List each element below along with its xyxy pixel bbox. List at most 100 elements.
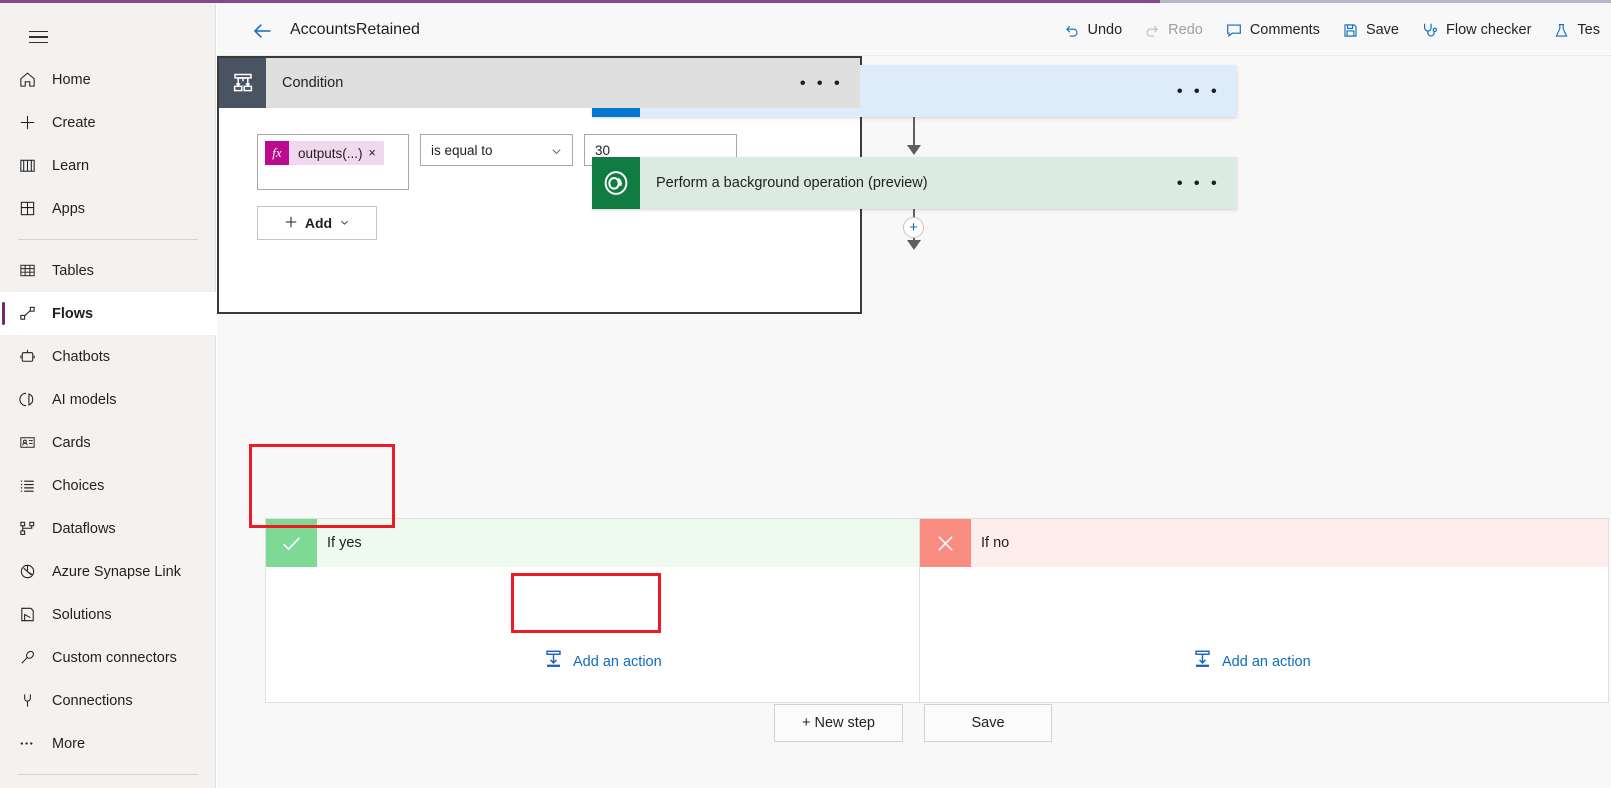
- sidebar-item-label: Choices: [52, 477, 105, 494]
- canvas-save-label: Save: [971, 715, 1005, 731]
- flask-icon: [1553, 22, 1570, 39]
- sidebar-item-flows[interactable]: Flows: [0, 292, 216, 335]
- sidebar-item-label: Chatbots: [52, 348, 111, 365]
- condition-overflow-menu[interactable]: • • •: [800, 75, 843, 92]
- add-an-action-yes-button[interactable]: Add an action: [543, 649, 662, 674]
- add-plus-icon: [284, 215, 298, 232]
- menu-toggle-button[interactable]: [18, 20, 58, 54]
- insert-step-button[interactable]: +: [903, 217, 924, 238]
- comments-label: Comments: [1249, 22, 1320, 38]
- chatbot-icon: [18, 347, 46, 367]
- flow-checker-button[interactable]: Flow checker: [1410, 15, 1542, 45]
- back-button[interactable]: [250, 18, 276, 44]
- condition-left-operand-field[interactable]: fx outputs(...) ×: [257, 134, 409, 190]
- add-an-action-no-button[interactable]: Add an action: [1192, 649, 1311, 674]
- flow-card-action[interactable]: Perform a background operation (preview)…: [592, 157, 1237, 209]
- sidebar-item-label: More: [52, 735, 86, 752]
- token-remove-icon[interactable]: ×: [369, 146, 384, 160]
- redo-label: Redo: [1168, 22, 1203, 38]
- dynamic-content-token[interactable]: fx outputs(...) ×: [265, 141, 384, 165]
- sidebar-item-home[interactable]: Home: [0, 58, 216, 101]
- redo-button[interactable]: Redo: [1133, 15, 1214, 45]
- sidebar-item-label: Azure Synapse Link: [52, 563, 181, 580]
- card-icon: [18, 433, 46, 453]
- undo-button[interactable]: Undo: [1052, 15, 1133, 45]
- connector-line-1: [913, 117, 915, 147]
- hamburger-icon: [28, 27, 48, 47]
- stethoscope-icon: [1421, 21, 1439, 39]
- sidebar-item-choices[interactable]: Choices: [0, 464, 216, 507]
- branch-yes-header[interactable]: If yes: [266, 519, 938, 567]
- home-icon: [18, 70, 46, 90]
- sidebar-item-solutions[interactable]: Solutions: [0, 593, 216, 636]
- save-label: Save: [1365, 22, 1399, 38]
- apps-grid-icon: [18, 199, 46, 219]
- add-action-icon: [543, 649, 564, 674]
- sidebar-item-label: Connections: [52, 692, 133, 709]
- connector-arrow-2: [907, 240, 921, 250]
- sidebar-item-label: Tables: [52, 262, 94, 279]
- plus-label: +: [909, 219, 918, 236]
- more-ellipsis-icon: [18, 734, 46, 754]
- save-button[interactable]: Save: [1331, 15, 1410, 45]
- sidebar-divider-top: [18, 239, 198, 240]
- sidebar-item-learn[interactable]: Learn: [0, 144, 216, 187]
- redo-icon: [1144, 22, 1161, 39]
- add-an-action-no-label: Add an action: [1222, 653, 1311, 670]
- sidebar-divider-bottom: [18, 774, 198, 775]
- fx-icon: fx: [265, 141, 289, 165]
- sidebar-item-dataflows[interactable]: Dataflows: [0, 507, 216, 550]
- new-step-button[interactable]: + New step: [774, 704, 903, 742]
- sidebar-item-ai-models[interactable]: AI models: [0, 378, 216, 421]
- dataflow-icon: [18, 519, 46, 539]
- sidebar-item-apps[interactable]: Apps: [0, 187, 216, 230]
- sidebar-item-label: Create: [52, 114, 96, 131]
- sidebar-item-tables[interactable]: Tables: [0, 249, 216, 292]
- flow-checker-label: Flow checker: [1446, 22, 1532, 38]
- sidebar-item-create[interactable]: Create: [0, 101, 216, 144]
- sidebar-item-label: Cards: [52, 434, 91, 451]
- page-title: AccountsRetained: [290, 21, 420, 38]
- sidebar-item-cards[interactable]: Cards: [0, 421, 216, 464]
- progress-track: [1160, 0, 1611, 3]
- connector-icon: [18, 648, 46, 668]
- sidebar-item-more[interactable]: More: [0, 722, 216, 765]
- sidebar-item-azure-synapse-link[interactable]: Azure Synapse Link: [0, 550, 216, 593]
- trigger-overflow-menu[interactable]: • • •: [1177, 83, 1220, 100]
- test-button[interactable]: Tes: [1542, 15, 1611, 45]
- plus-icon: [18, 113, 46, 133]
- action-overflow-menu[interactable]: • • •: [1177, 175, 1220, 192]
- comments-button[interactable]: Comments: [1214, 15, 1331, 45]
- book-icon: [18, 156, 46, 176]
- plug-icon: [18, 691, 46, 711]
- sidebar-nav-list: Home Create Learn Apps Tables Flows Chat…: [0, 58, 216, 784]
- condition-value-text: 30: [595, 142, 611, 158]
- canvas-save-button[interactable]: Save: [924, 704, 1052, 742]
- sidebar-item-label: Custom connectors: [52, 649, 177, 666]
- progress-fill: [0, 0, 1160, 3]
- sidebar-item-custom-connectors[interactable]: Custom connectors: [0, 636, 216, 679]
- branch-no-label: If no: [981, 535, 1010, 551]
- ai-model-icon: [18, 390, 46, 410]
- branch-no-label-wrap: If no: [971, 519, 1608, 567]
- sidebar-item-label: Home: [52, 71, 91, 88]
- list-icon: [18, 476, 46, 496]
- sidebar-item-connections[interactable]: Connections: [0, 679, 216, 722]
- solutions-icon: [18, 605, 46, 625]
- dataverse-icon: [592, 157, 640, 209]
- branch-if-yes: If yes Add an action: [265, 518, 939, 703]
- comment-icon: [1225, 21, 1243, 39]
- branch-if-no: If no Add an action: [919, 518, 1609, 703]
- left-sidebar: Home Create Learn Apps Tables Flows Chat…: [0, 4, 216, 788]
- save-disk-icon: [1342, 22, 1359, 39]
- token-text: outputs(...): [298, 145, 363, 161]
- cross-icon: [920, 519, 971, 567]
- condition-operator-select[interactable]: is equal to: [420, 134, 573, 166]
- sidebar-item-chatbots[interactable]: Chatbots: [0, 335, 216, 378]
- branch-no-header[interactable]: If no: [920, 519, 1608, 567]
- condition-add-button[interactable]: Add: [257, 206, 377, 240]
- operator-value: is equal to: [431, 142, 493, 158]
- action-title: Perform a background operation (preview): [656, 175, 928, 191]
- test-label: Tes: [1577, 22, 1600, 38]
- sidebar-item-label: AI models: [52, 391, 117, 408]
